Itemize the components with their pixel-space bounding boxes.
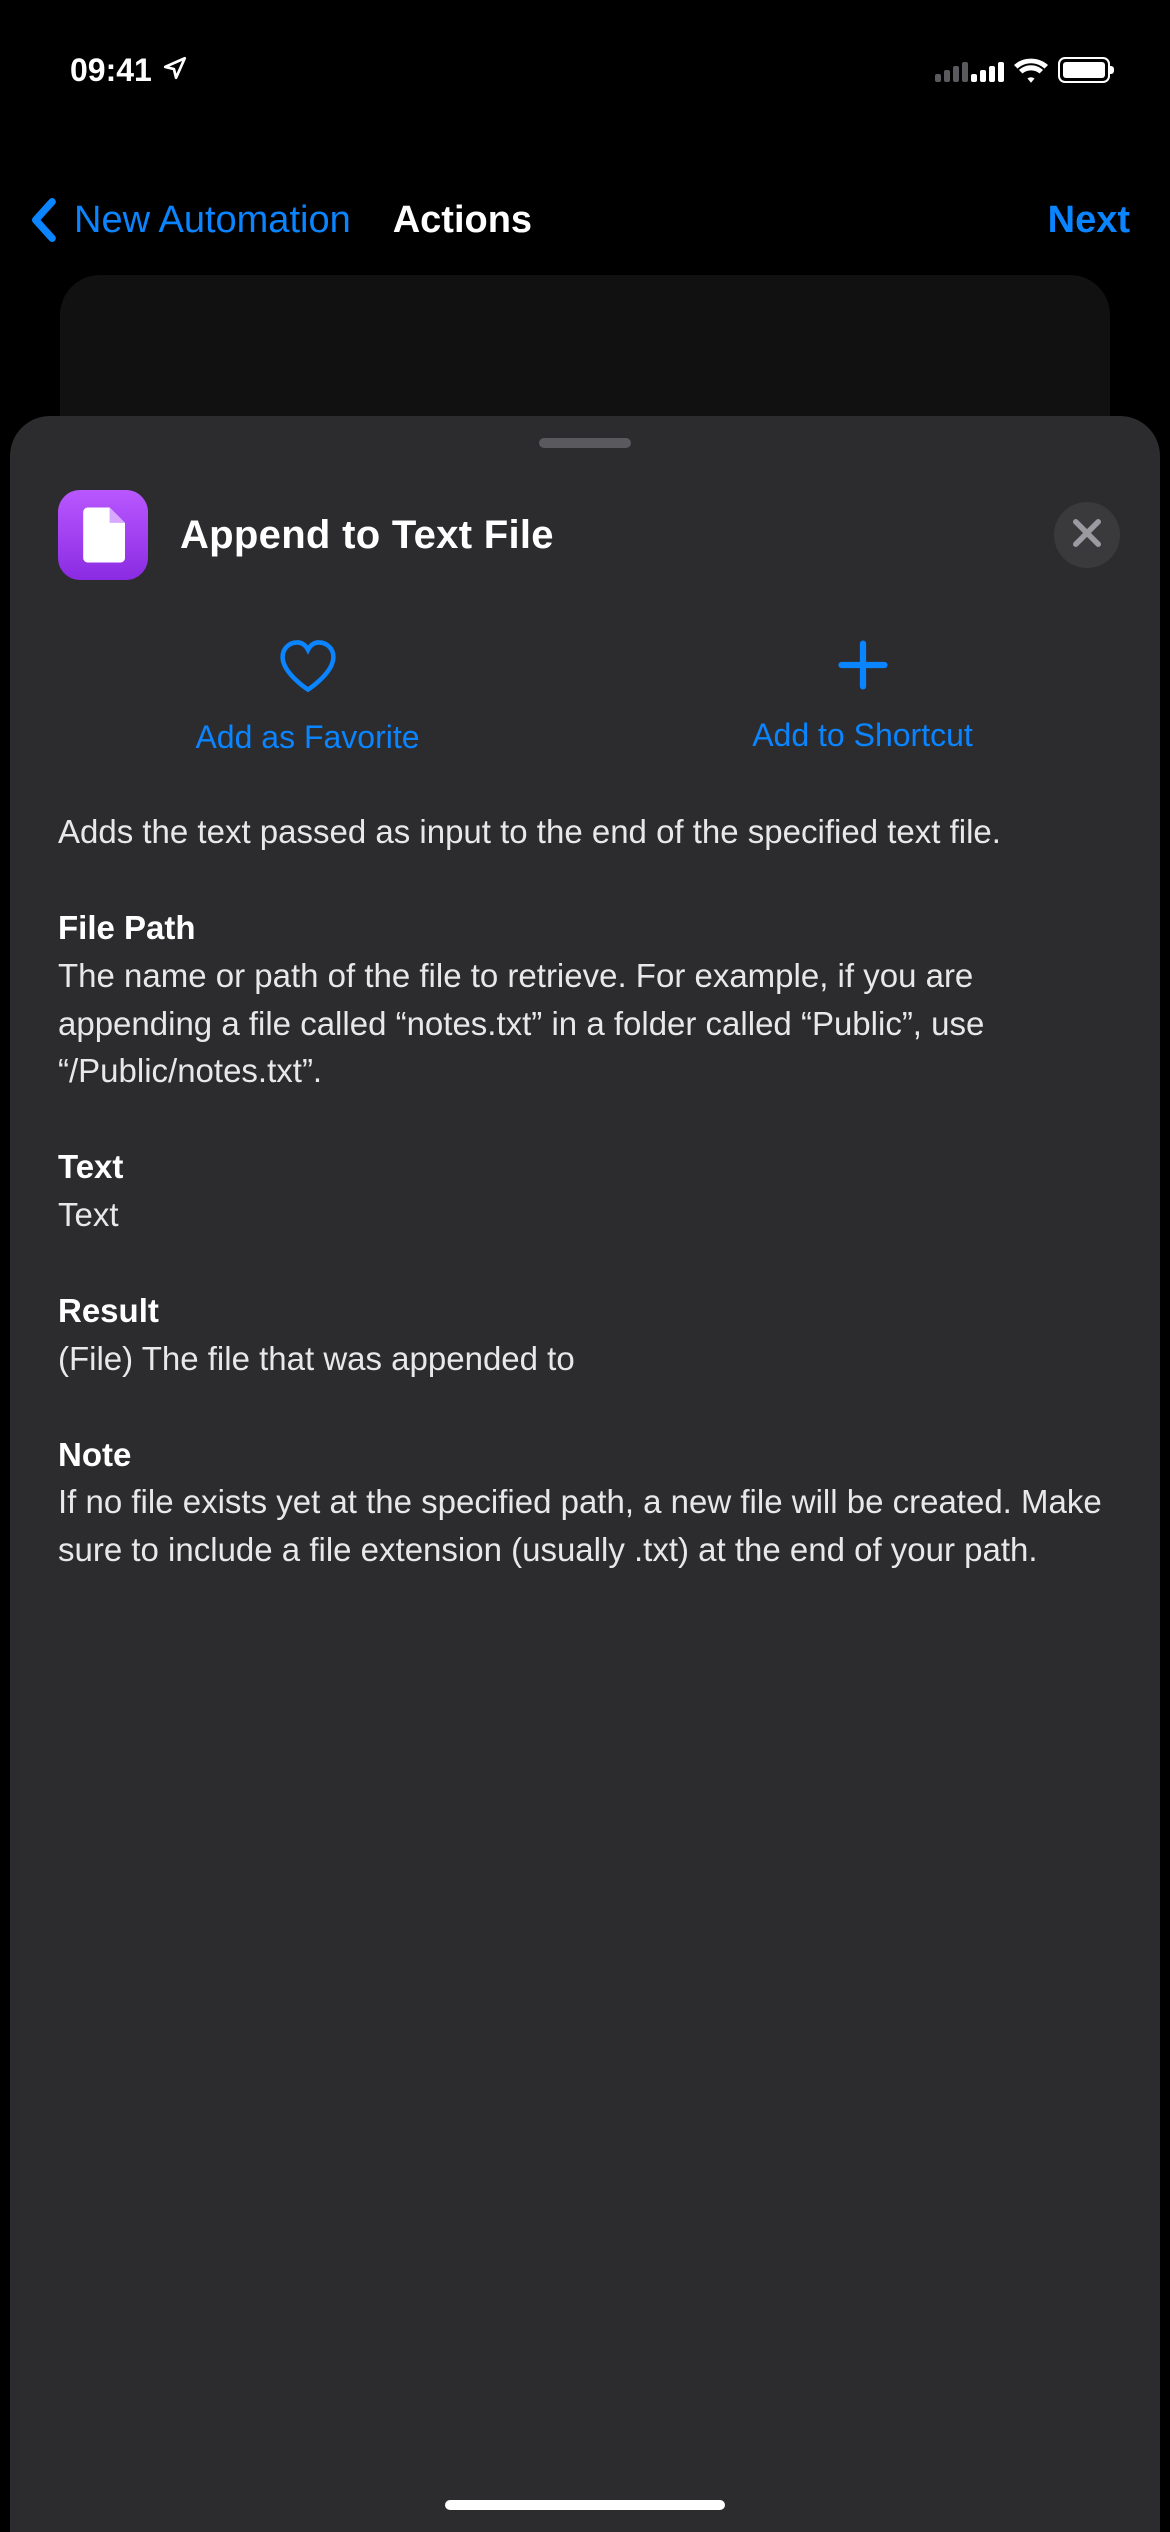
- location-icon: [162, 52, 188, 89]
- sheet-grabber[interactable]: [539, 438, 631, 448]
- note-body: If no file exists yet at the specified p…: [58, 1478, 1112, 1574]
- status-time: 09:41: [70, 52, 152, 89]
- nav-title: Actions: [393, 199, 532, 242]
- text-body: Text: [58, 1191, 1112, 1239]
- file-path-body: The name or path of the file to retrieve…: [58, 952, 1112, 1096]
- add-shortcut-button[interactable]: Add to Shortcut: [585, 640, 1140, 756]
- heart-icon: [279, 640, 337, 697]
- file-path-label: File Path: [58, 904, 1112, 952]
- add-favorite-button[interactable]: Add as Favorite: [30, 640, 585, 756]
- note-label: Note: [58, 1431, 1112, 1479]
- back-label: New Automation: [74, 199, 351, 242]
- status-icons: [935, 57, 1110, 83]
- action-app-icon: [58, 490, 148, 580]
- next-button[interactable]: Next: [1048, 199, 1130, 242]
- add-shortcut-label: Add to Shortcut: [752, 717, 973, 754]
- chevron-back-icon: [30, 198, 56, 242]
- wifi-icon: [1014, 57, 1048, 83]
- actions-row: Add as Favorite Add to Shortcut: [10, 580, 1160, 808]
- detail-sheet: Append to Text File Add as Favorite: [10, 416, 1160, 2532]
- nav-bar: New Automation Actions Next: [0, 140, 1170, 280]
- cellular-icon: [935, 58, 1004, 82]
- plus-icon: [838, 640, 888, 695]
- battery-icon: [1058, 57, 1110, 83]
- status-bar: 09:41: [0, 0, 1170, 140]
- add-favorite-label: Add as Favorite: [195, 719, 419, 756]
- home-indicator[interactable]: [445, 2500, 725, 2510]
- description-text: Adds the text passed as input to the end…: [58, 808, 1112, 856]
- details: Adds the text passed as input to the end…: [10, 808, 1160, 1574]
- sheet-title: Append to Text File: [180, 513, 1054, 558]
- status-time-group: 09:41: [70, 52, 188, 89]
- text-label: Text: [58, 1143, 1112, 1191]
- back-button[interactable]: New Automation Actions: [30, 198, 532, 242]
- close-button[interactable]: [1054, 502, 1120, 568]
- sheet-header: Append to Text File: [10, 490, 1160, 580]
- result-body: (File) The file that was appended to: [58, 1335, 1112, 1383]
- result-label: Result: [58, 1287, 1112, 1335]
- close-icon: [1073, 519, 1101, 552]
